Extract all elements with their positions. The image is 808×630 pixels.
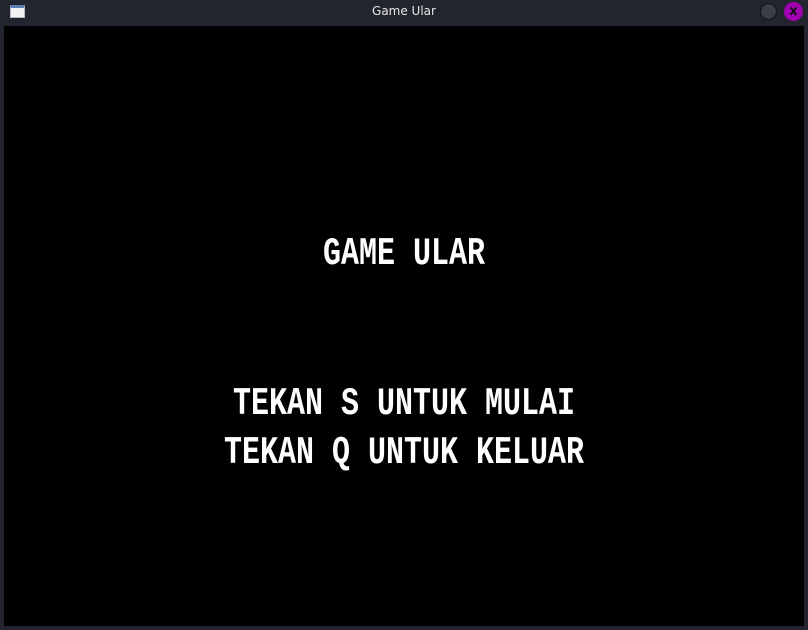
quit-instruction: TEKAN Q UNTUK KELUAR (223, 431, 585, 477)
window-title: Game Ular (372, 4, 436, 18)
window-titlebar: Game Ular x (0, 0, 808, 26)
minimize-button[interactable] (760, 3, 777, 20)
close-icon: x (789, 4, 798, 19)
game-title: GAME ULAR (322, 232, 486, 278)
start-instruction: TEKAN S UNTUK MULAI (232, 382, 576, 428)
game-canvas[interactable]: GAME ULAR TEKAN S UNTUK MULAI TEKAN Q UN… (4, 26, 804, 626)
close-button[interactable]: x (784, 2, 803, 21)
